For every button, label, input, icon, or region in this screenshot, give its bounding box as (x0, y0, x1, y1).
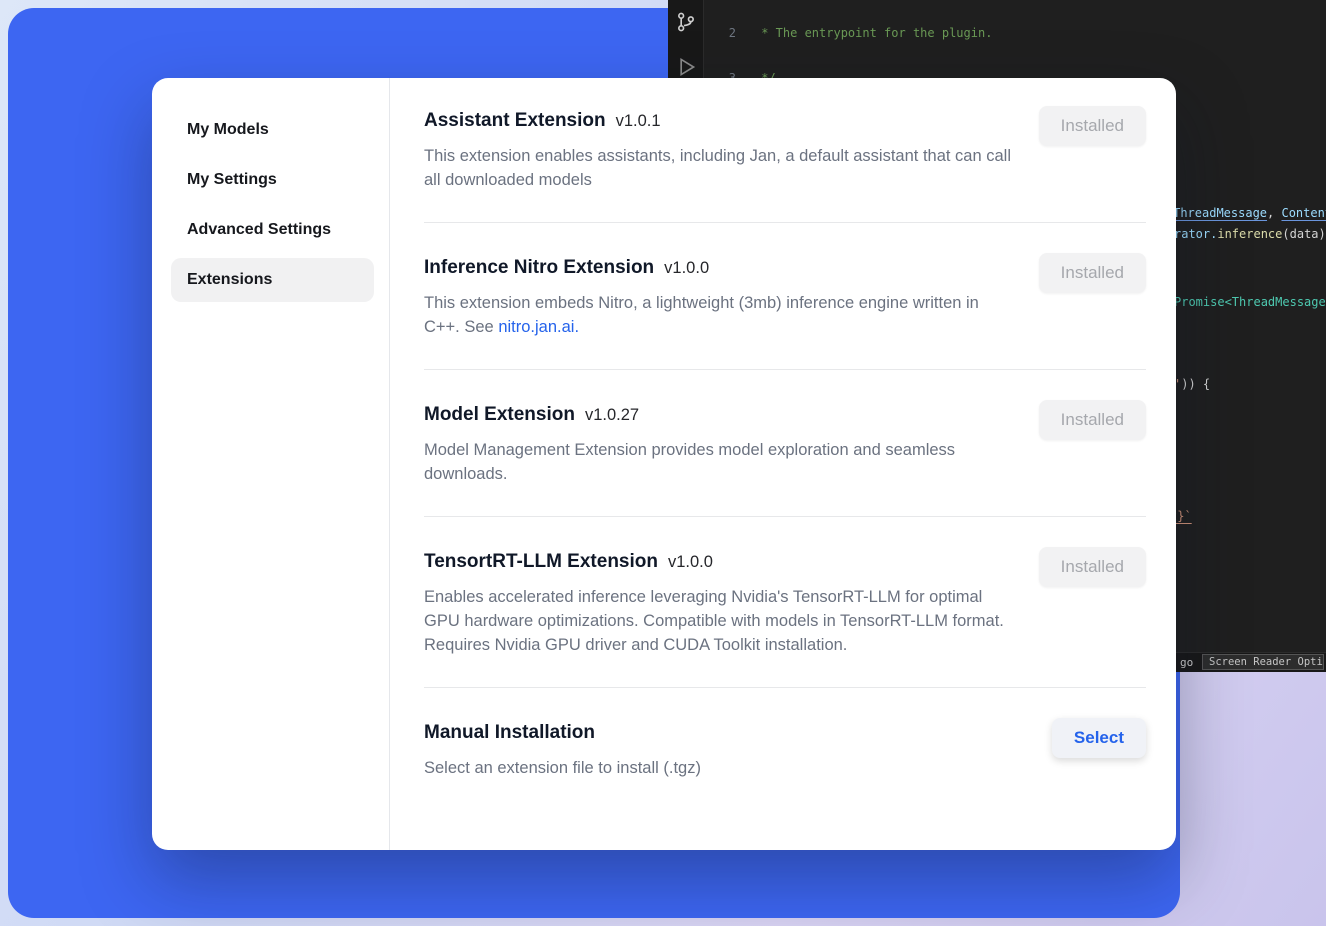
manual-installation-info: Manual Installation Select an extension … (424, 722, 701, 780)
settings-modal: My Models My Settings Advanced Settings … (152, 78, 1176, 850)
sidebar-item-extensions[interactable]: Extensions (171, 258, 374, 302)
code-token: inference (1217, 227, 1282, 241)
extension-info: Inference Nitro Extension v1.0.0 This ext… (424, 257, 1014, 339)
manual-installation-row: Manual Installation Select an extension … (424, 688, 1146, 806)
extension-row-assistant: Assistant Extension v1.0.1 This extension… (424, 78, 1146, 223)
extension-info: TensortRT-LLM Extension v1.0.0 Enables ac… (424, 551, 1014, 657)
code-token: (data)); (1282, 227, 1326, 241)
extension-description: Enables accelerated inference leveraging… (424, 585, 1014, 657)
extension-name: Assistant Extension (424, 110, 606, 131)
installed-button[interactable]: Installed (1039, 106, 1146, 146)
select-file-button[interactable]: Select (1052, 718, 1146, 758)
extension-version: v1.0.0 (668, 553, 713, 571)
extension-version: v1.0.0 (664, 259, 709, 277)
sidebar-item-advanced-settings[interactable]: Advanced Settings (171, 208, 374, 252)
code-line-2: 2 * The entrypoint for the plugin. (716, 25, 1326, 42)
installed-button[interactable]: Installed (1039, 400, 1146, 440)
code-comment: * The entrypoint for the plugin. (754, 25, 992, 42)
run-debug-icon (675, 56, 697, 78)
extension-name: Inference Nitro Extension (424, 257, 654, 278)
section-name: Manual Installation (424, 722, 595, 743)
extension-title: Assistant Extension v1.0.1 (424, 110, 1014, 132)
extension-row-model: Model Extension v1.0.27 Model Management … (424, 370, 1146, 517)
extension-title: Model Extension v1.0.27 (424, 404, 1014, 426)
code-token: )) { (1181, 377, 1210, 391)
code-fragment-inference: rator.inference(data)); (1174, 227, 1326, 241)
import-identifier: ContentType (1281, 206, 1326, 220)
extensions-panel: Assistant Extension v1.0.1 This extension… (390, 78, 1176, 850)
extension-row-inference-nitro: Inference Nitro Extension v1.0.0 This ext… (424, 223, 1146, 370)
extension-info: Model Extension v1.0.27 Model Management … (424, 404, 1014, 486)
sidebar-item-my-models[interactable]: My Models (171, 108, 374, 152)
extension-description: This extension enables assistants, inclu… (424, 144, 1014, 192)
code-token: rator. (1174, 227, 1217, 241)
import-identifier: ThreadMessage (1173, 206, 1267, 220)
extension-row-tensorrt-llm: TensortRT-LLM Extension v1.0.0 Enables ac… (424, 517, 1146, 688)
extension-title: Inference Nitro Extension v1.0.0 (424, 257, 1014, 279)
installed-button[interactable]: Installed (1039, 253, 1146, 293)
code-token: Promise<ThreadMessage> (1174, 295, 1326, 309)
sidebar-item-my-settings[interactable]: My Settings (171, 158, 374, 202)
status-bar-text: go (1180, 656, 1193, 669)
extension-version: v1.0.27 (585, 406, 639, 424)
extension-version: v1.0.1 (616, 112, 661, 130)
screen-reader-optimized-badge: Screen Reader Optimize (1202, 654, 1324, 670)
extension-title: TensortRT-LLM Extension v1.0.0 (424, 551, 1014, 573)
source-control-icon (675, 11, 697, 33)
nitro-jan-ai-link[interactable]: nitro.jan.ai. (498, 318, 579, 336)
manual-installation-description: Select an extension file to install (.tg… (424, 756, 701, 780)
extension-description: Model Management Extension provides mode… (424, 438, 1014, 486)
code-fragment-condition: ')) { (1174, 377, 1210, 391)
separator: , (1267, 206, 1281, 220)
extension-name: Model Extension (424, 404, 575, 425)
extension-name: TensortRT-LLM Extension (424, 551, 658, 572)
manual-installation-title: Manual Installation (424, 722, 701, 744)
line-number: 2 (716, 25, 736, 42)
installed-button[interactable]: Installed (1039, 547, 1146, 587)
extension-description: This extension embeds Nitro, a lightweig… (424, 291, 1014, 339)
code-fragment-promise: Promise<ThreadMessage> (1174, 295, 1326, 309)
extension-info: Assistant Extension v1.0.1 This extension… (424, 110, 1014, 192)
settings-sidebar: My Models My Settings Advanced Settings … (152, 78, 390, 850)
